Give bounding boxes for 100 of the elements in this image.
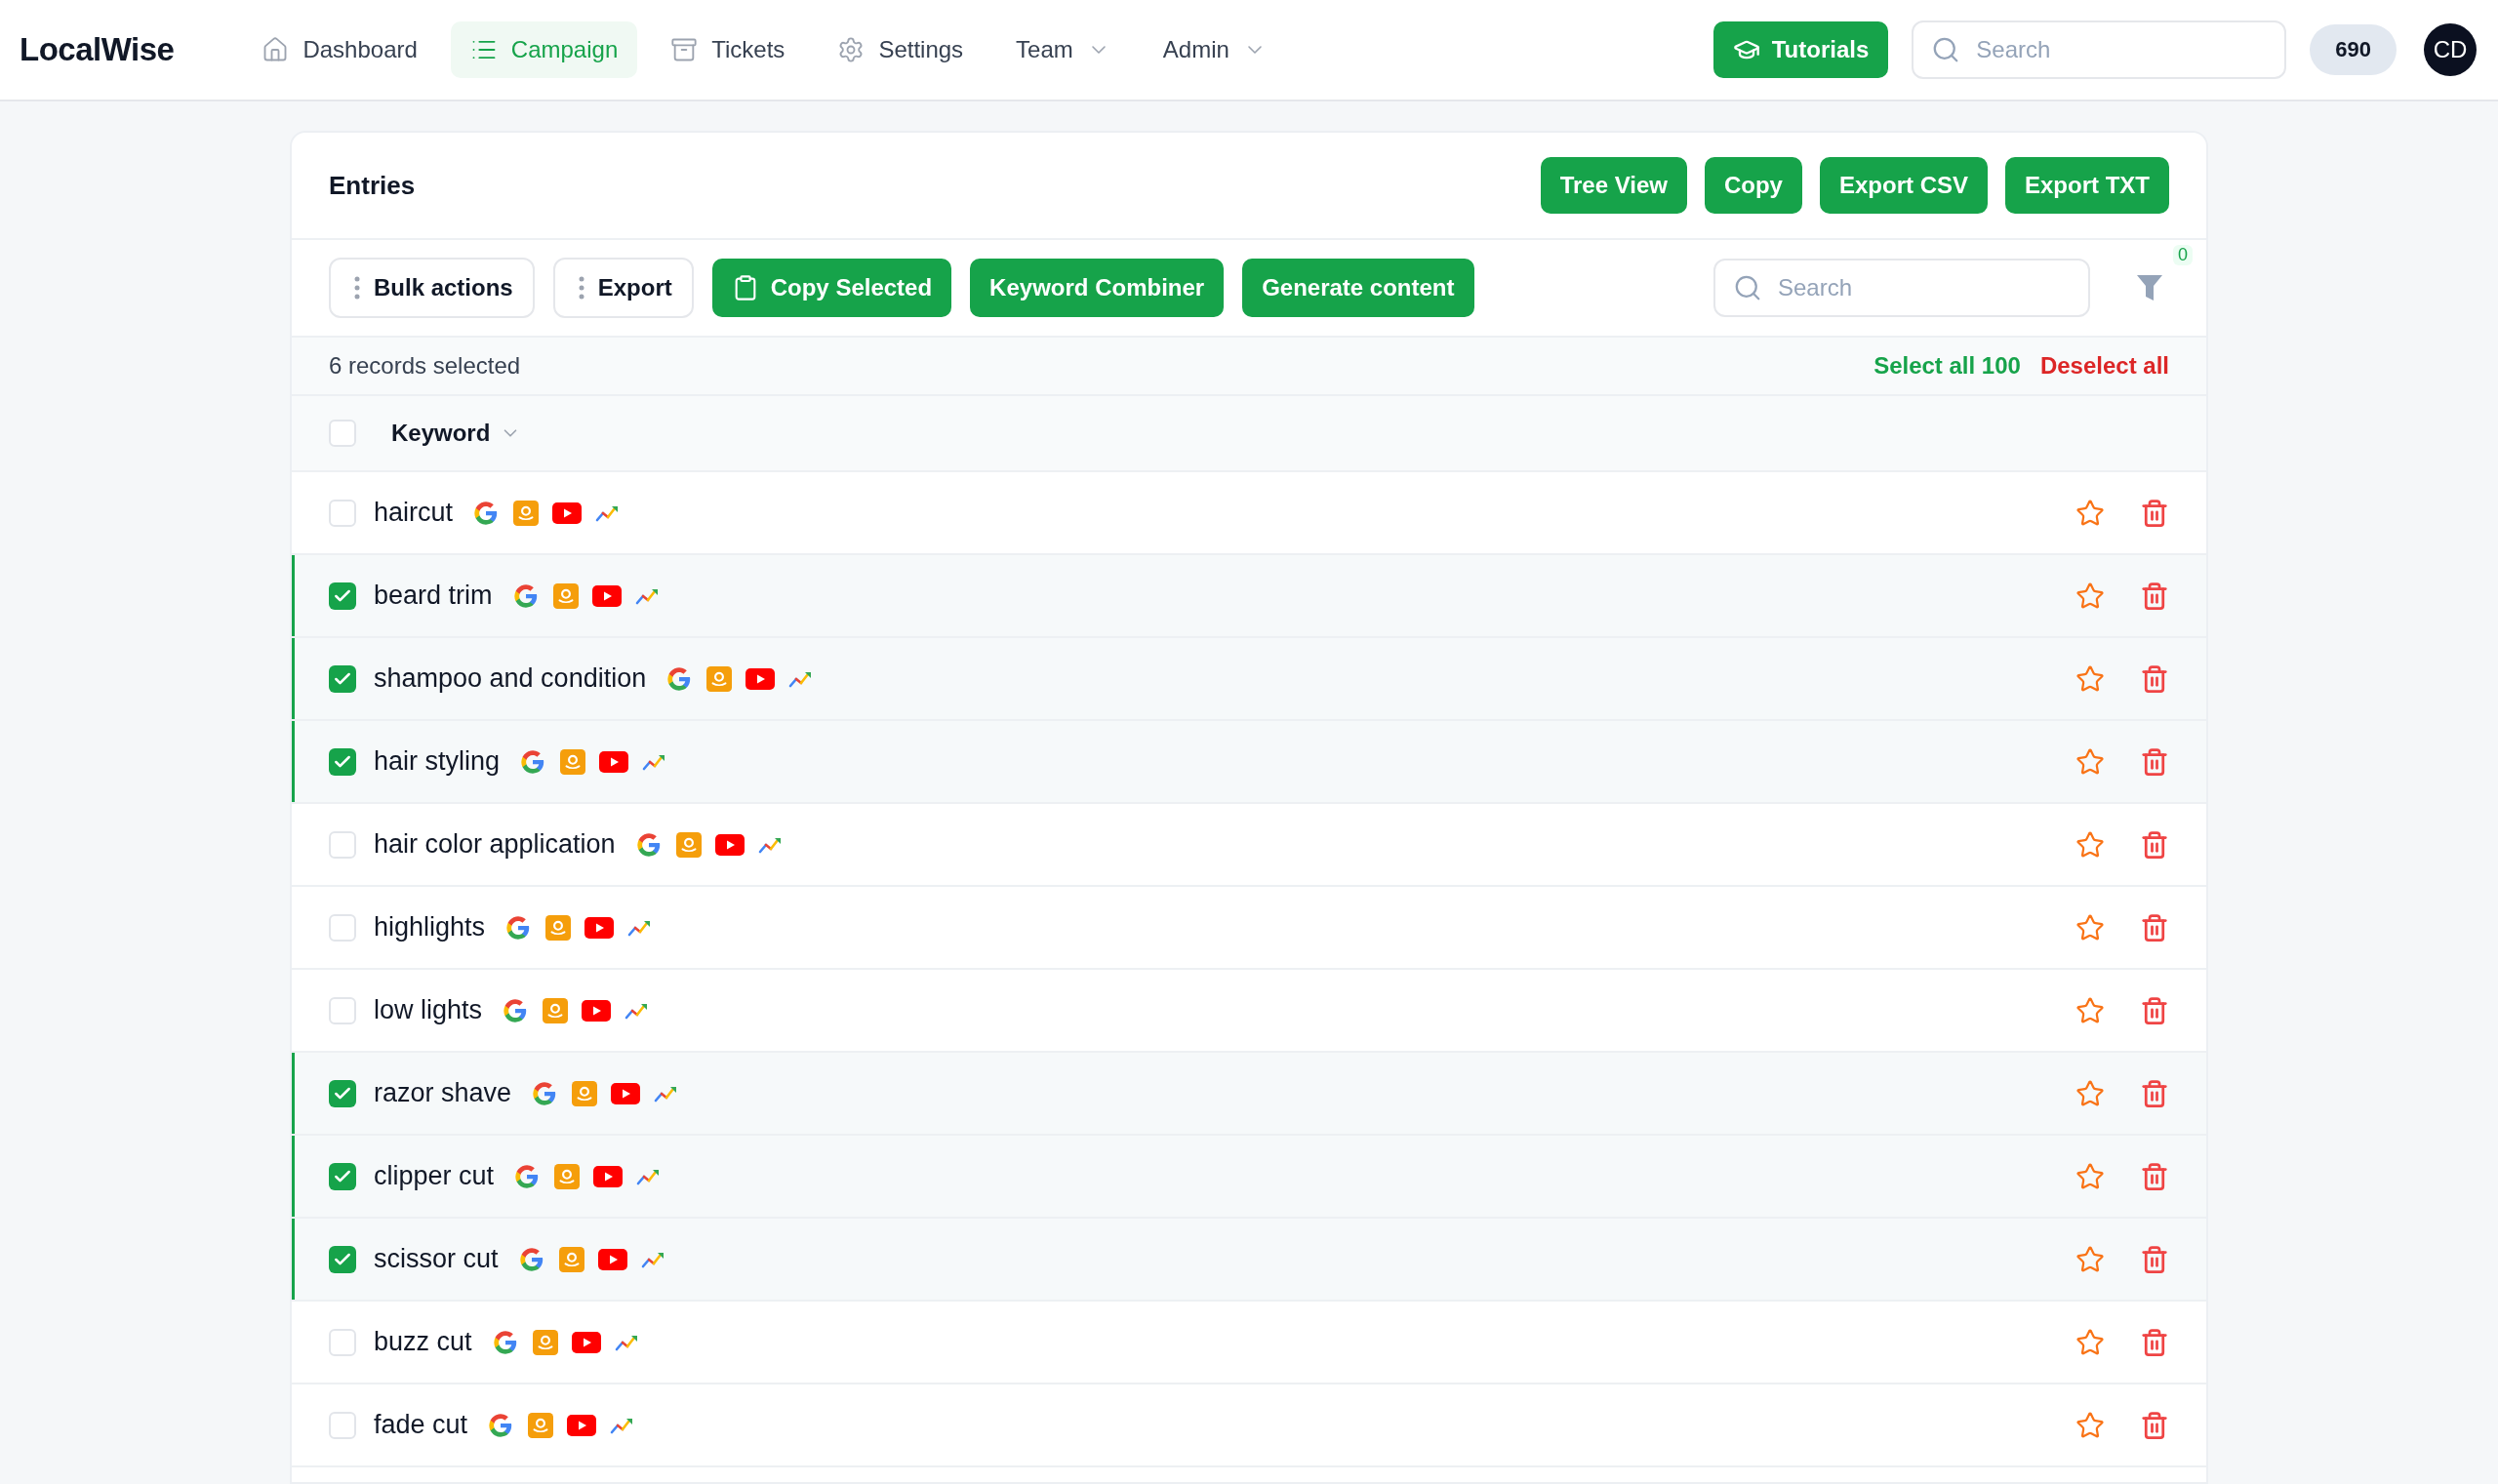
checkbox[interactable] [329,830,356,859]
delete-button[interactable] [2140,995,2169,1025]
delete-button[interactable] [2140,1161,2169,1191]
keyword-text: razor shave [374,1078,512,1108]
menu-button[interactable]: Bulk actions [329,258,535,318]
keyword-text: clipper cut [374,1161,495,1191]
video-play-icon[interactable] [552,501,583,524]
star-button[interactable] [2075,746,2105,777]
star-icon [2075,1410,2105,1440]
checkbox[interactable] [329,1079,356,1107]
video-play-icon[interactable] [584,916,615,939]
checkbox[interactable] [329,582,356,610]
star-icon [2075,912,2105,943]
table-row[interactable]: razor shave [292,1053,2206,1136]
star-button[interactable] [2075,1410,2105,1440]
keyword-text: haircut [374,498,454,528]
keyword-text: shampoo and condition [374,663,647,694]
video-play-icon[interactable] [597,1248,627,1270]
keyword-column-header[interactable]: Keyword [391,420,522,447]
checkbox[interactable] [329,1245,356,1273]
filter-icon[interactable] [2135,272,2164,303]
checkbox[interactable] [329,664,356,693]
nav-link[interactable]: Team [996,21,1130,78]
video-play-icon[interactable] [599,750,629,773]
star-icon [2075,498,2105,528]
video-play-icon[interactable] [582,999,612,1022]
checkbox[interactable] [329,913,356,942]
delete-button[interactable] [2140,746,2169,777]
google-icon[interactable] [634,830,663,859]
star-icon [2075,663,2105,694]
checkbox[interactable] [329,1162,356,1190]
nav-link[interactable]: Dashboard [242,21,437,78]
star-button[interactable] [2075,663,2105,694]
star-button[interactable] [2075,498,2105,528]
credits-badge: 690 [2310,24,2397,75]
checkbox[interactable] [329,747,356,776]
avatar[interactable]: CD [2424,23,2477,76]
keyword-text: beard trim [374,581,493,611]
video-play-icon[interactable] [745,667,776,690]
star-button[interactable] [2075,829,2105,860]
keyword-text: hair color application [374,829,616,860]
google-icon[interactable] [517,1245,545,1273]
table-row[interactable]: beard trim [292,555,2206,638]
star-button[interactable] [2075,581,2105,611]
google-icon[interactable] [511,582,540,610]
google-icon[interactable] [491,1328,519,1356]
star-icon [2075,746,2105,777]
star-button[interactable] [2075,1327,2105,1357]
trash-icon [2140,995,2169,1025]
trash-icon [2140,829,2169,860]
star-button[interactable] [2075,1161,2105,1191]
delete-button[interactable] [2140,663,2169,694]
menu-button[interactable]: Export [552,258,694,318]
star-icon [2075,1244,2105,1274]
delete-button[interactable] [2140,1410,2169,1440]
star-button[interactable] [2075,1078,2105,1108]
keyword-text: buzz cut [374,1327,472,1357]
vertical-dots-icon [578,276,584,300]
table-row[interactable]: shampoo and condition [292,638,2206,721]
search-icon [1733,273,1762,302]
nav-link[interactable]: Settings [818,21,984,78]
table-row[interactable]: clipper cut [292,1136,2206,1219]
video-play-icon[interactable] [591,584,622,607]
table-row[interactable]: hair styling [292,721,2206,804]
search-field[interactable]: Search [1713,259,2090,317]
keyword-text: low lights [374,995,483,1025]
filter-count: 0 [2173,245,2193,265]
checkbox[interactable] [329,1328,356,1356]
delete-button[interactable] [2140,1327,2169,1357]
card-title: Entries [329,170,417,201]
star-icon [2075,581,2105,611]
nav-link[interactable]: Tickets [651,21,805,78]
trash-icon [2140,1078,2169,1108]
checkbox[interactable] [329,996,356,1024]
keyword-text: scissor cut [374,1244,499,1274]
delete-button[interactable] [2140,912,2169,943]
table-row[interactable]: scissor cut [292,1219,2206,1302]
video-play-icon[interactable] [571,1331,601,1353]
star-button[interactable] [2075,912,2105,943]
trash-icon [2140,746,2169,777]
trash-icon [2140,1410,2169,1440]
video-play-icon[interactable] [714,833,745,856]
video-play-icon[interactable] [611,1082,641,1104]
star-button[interactable] [2075,995,2105,1025]
checkbox[interactable] [329,1411,356,1439]
delete-button[interactable] [2140,829,2169,860]
video-play-icon[interactable] [593,1165,624,1187]
checkbox[interactable] [329,420,356,447]
deselect-all-link[interactable]: Deselect all [2039,352,2169,380]
checkbox[interactable] [329,499,356,527]
video-play-icon[interactable] [567,1414,597,1436]
keyword-text: hair styling [374,746,501,777]
nav-link[interactable]: Admin [1143,21,1286,78]
brand-logo[interactable]: LocalWise [20,31,175,68]
delete-button[interactable] [2140,1244,2169,1274]
star-button[interactable] [2075,1244,2105,1274]
delete-button[interactable] [2140,581,2169,611]
search-field[interactable]: Search [1912,20,2287,79]
delete-button[interactable] [2140,1078,2169,1108]
delete-button[interactable] [2140,498,2169,528]
